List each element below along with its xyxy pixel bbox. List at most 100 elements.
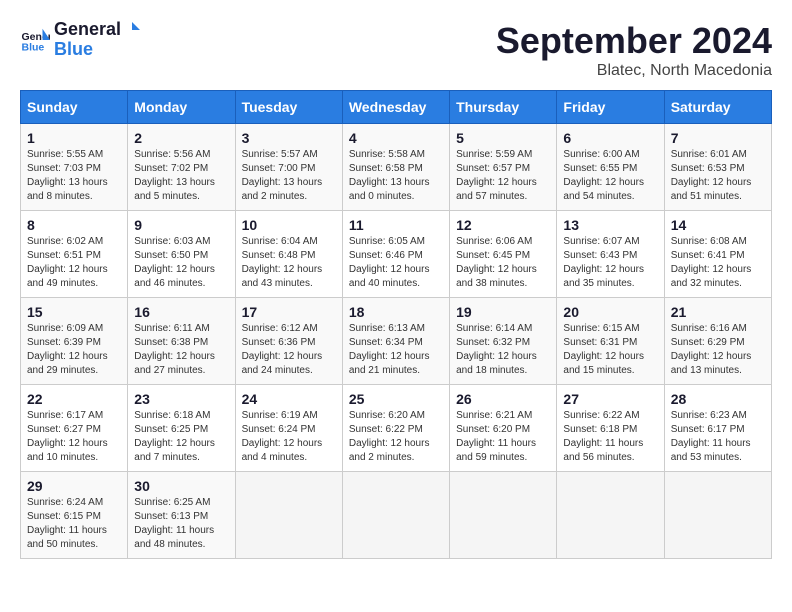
- day-info: Sunrise: 6:01 AM Sunset: 6:53 PM Dayligh…: [671, 148, 765, 204]
- day-number: 20: [563, 304, 657, 320]
- calendar-header-row: SundayMondayTuesdayWednesdayThursdayFrid…: [21, 91, 772, 124]
- calendar-cell: [235, 472, 342, 559]
- calendar-cell: 13 Sunrise: 6:07 AM Sunset: 6:43 PM Dayli…: [557, 211, 664, 298]
- calendar-week-4: 22 Sunrise: 6:17 AM Sunset: 6:27 PM Dayli…: [21, 385, 772, 472]
- calendar-cell: 22 Sunrise: 6:17 AM Sunset: 6:27 PM Dayli…: [21, 385, 128, 472]
- calendar-cell: 20 Sunrise: 6:15 AM Sunset: 6:31 PM Dayli…: [557, 298, 664, 385]
- calendar-cell: 12 Sunrise: 6:06 AM Sunset: 6:45 PM Dayli…: [450, 211, 557, 298]
- day-info: Sunrise: 6:13 AM Sunset: 6:34 PM Dayligh…: [349, 322, 443, 378]
- logo-blue: Blue: [54, 40, 143, 60]
- calendar-cell: 3 Sunrise: 5:57 AM Sunset: 7:00 PM Daylig…: [235, 124, 342, 211]
- day-number: 30: [134, 478, 228, 494]
- header-friday: Friday: [557, 91, 664, 124]
- header-tuesday: Tuesday: [235, 91, 342, 124]
- calendar-cell: 27Sunrise: 6:22 AM Sunset: 6:18 PM Dayli…: [557, 385, 664, 472]
- day-info: Sunrise: 6:00 AM Sunset: 6:55 PM Dayligh…: [563, 148, 657, 204]
- day-number: 15: [27, 304, 121, 320]
- day-info: Sunrise: 6:02 AM Sunset: 6:51 PM Dayligh…: [27, 235, 121, 291]
- calendar-table: SundayMondayTuesdayWednesdayThursdayFrid…: [20, 90, 772, 559]
- calendar-cell: 10 Sunrise: 6:04 AM Sunset: 6:48 PM Dayli…: [235, 211, 342, 298]
- calendar-week-2: 8 Sunrise: 6:02 AM Sunset: 6:51 PM Daylig…: [21, 211, 772, 298]
- calendar-cell: 4 Sunrise: 5:58 AM Sunset: 6:58 PM Daylig…: [342, 124, 449, 211]
- day-info: Sunrise: 5:56 AM Sunset: 7:02 PM Dayligh…: [134, 148, 228, 204]
- day-info: Sunrise: 6:19 AM Sunset: 6:24 PM Dayligh…: [242, 409, 336, 465]
- day-info: Sunrise: 5:59 AM Sunset: 6:57 PM Dayligh…: [456, 148, 550, 204]
- calendar-cell: 25Sunrise: 6:20 AM Sunset: 6:22 PM Dayli…: [342, 385, 449, 472]
- day-info: Sunrise: 6:25 AM Sunset: 6:13 PM Dayligh…: [134, 496, 228, 552]
- day-number: 2: [134, 130, 228, 146]
- day-info: Sunrise: 6:11 AM Sunset: 6:38 PM Dayligh…: [134, 322, 228, 378]
- day-number: 10: [242, 217, 336, 233]
- day-info: Sunrise: 6:08 AM Sunset: 6:41 PM Dayligh…: [671, 235, 765, 291]
- day-number: 22: [27, 391, 121, 407]
- calendar-cell: 9 Sunrise: 6:03 AM Sunset: 6:50 PM Daylig…: [128, 211, 235, 298]
- day-info: Sunrise: 6:24 AM Sunset: 6:15 PM Dayligh…: [27, 496, 121, 552]
- day-number: 21: [671, 304, 765, 320]
- calendar-cell: 1 Sunrise: 5:55 AM Sunset: 7:03 PM Daylig…: [21, 124, 128, 211]
- calendar-cell: 19 Sunrise: 6:14 AM Sunset: 6:32 PM Dayli…: [450, 298, 557, 385]
- day-info: Sunrise: 6:04 AM Sunset: 6:48 PM Dayligh…: [242, 235, 336, 291]
- calendar-cell: 8 Sunrise: 6:02 AM Sunset: 6:51 PM Daylig…: [21, 211, 128, 298]
- calendar-week-3: 15 Sunrise: 6:09 AM Sunset: 6:39 PM Dayli…: [21, 298, 772, 385]
- month-title: September 2024: [496, 20, 772, 62]
- day-number: 13: [563, 217, 657, 233]
- day-info: Sunrise: 6:09 AM Sunset: 6:39 PM Dayligh…: [27, 322, 121, 378]
- day-number: 26: [456, 391, 550, 407]
- calendar-cell: 18Sunrise: 6:13 AM Sunset: 6:34 PM Dayli…: [342, 298, 449, 385]
- day-info: Sunrise: 6:03 AM Sunset: 6:50 PM Dayligh…: [134, 235, 228, 291]
- calendar-cell: 26Sunrise: 6:21 AM Sunset: 6:20 PM Dayli…: [450, 385, 557, 472]
- calendar-cell: 5 Sunrise: 5:59 AM Sunset: 6:57 PM Daylig…: [450, 124, 557, 211]
- day-number: 23: [134, 391, 228, 407]
- logo-general: General: [54, 19, 121, 39]
- day-info: Sunrise: 5:55 AM Sunset: 7:03 PM Dayligh…: [27, 148, 121, 204]
- day-number: 9: [134, 217, 228, 233]
- day-info: Sunrise: 6:05 AM Sunset: 6:46 PM Dayligh…: [349, 235, 443, 291]
- day-info: Sunrise: 6:07 AM Sunset: 6:43 PM Dayligh…: [563, 235, 657, 291]
- day-number: 29: [27, 478, 121, 494]
- day-info: Sunrise: 5:58 AM Sunset: 6:58 PM Dayligh…: [349, 148, 443, 204]
- calendar-cell: 29 Sunrise: 6:24 AM Sunset: 6:15 PM Dayli…: [21, 472, 128, 559]
- day-number: 7: [671, 130, 765, 146]
- day-info: Sunrise: 6:17 AM Sunset: 6:27 PM Dayligh…: [27, 409, 121, 465]
- day-number: 17: [242, 304, 336, 320]
- day-info: Sunrise: 5:57 AM Sunset: 7:00 PM Dayligh…: [242, 148, 336, 204]
- day-info: Sunrise: 6:06 AM Sunset: 6:45 PM Dayligh…: [456, 235, 550, 291]
- day-number: 28: [671, 391, 765, 407]
- day-number: 3: [242, 130, 336, 146]
- day-number: 19: [456, 304, 550, 320]
- calendar-cell: [342, 472, 449, 559]
- calendar-week-1: 1 Sunrise: 5:55 AM Sunset: 7:03 PM Daylig…: [21, 124, 772, 211]
- day-number: 24: [242, 391, 336, 407]
- day-info: Sunrise: 6:12 AM Sunset: 6:36 PM Dayligh…: [242, 322, 336, 378]
- calendar-cell: 7 Sunrise: 6:01 AM Sunset: 6:53 PM Daylig…: [664, 124, 771, 211]
- calendar-cell: 23 Sunrise: 6:18 AM Sunset: 6:25 PM Dayli…: [128, 385, 235, 472]
- day-number: 5: [456, 130, 550, 146]
- day-info: Sunrise: 6:14 AM Sunset: 6:32 PM Dayligh…: [456, 322, 550, 378]
- calendar-cell: 15 Sunrise: 6:09 AM Sunset: 6:39 PM Dayli…: [21, 298, 128, 385]
- day-info: Sunrise: 6:18 AM Sunset: 6:25 PM Dayligh…: [134, 409, 228, 465]
- header-monday: Monday: [128, 91, 235, 124]
- header-sunday: Sunday: [21, 91, 128, 124]
- calendar-cell: 14 Sunrise: 6:08 AM Sunset: 6:41 PM Dayli…: [664, 211, 771, 298]
- day-number: 12: [456, 217, 550, 233]
- day-number: 16: [134, 304, 228, 320]
- calendar-cell: 24 Sunrise: 6:19 AM Sunset: 6:24 PM Dayli…: [235, 385, 342, 472]
- calendar-cell: [557, 472, 664, 559]
- day-number: 8: [27, 217, 121, 233]
- calendar-cell: 11Sunrise: 6:05 AM Sunset: 6:46 PM Dayli…: [342, 211, 449, 298]
- day-number: 14: [671, 217, 765, 233]
- logo: General Blue General Blue: [20, 20, 143, 60]
- day-number: 25: [349, 391, 443, 407]
- calendar-cell: 6Sunrise: 6:00 AM Sunset: 6:55 PM Daylig…: [557, 124, 664, 211]
- header-saturday: Saturday: [664, 91, 771, 124]
- day-number: 27: [563, 391, 657, 407]
- day-info: Sunrise: 6:23 AM Sunset: 6:17 PM Dayligh…: [671, 409, 765, 465]
- calendar-week-5: 29 Sunrise: 6:24 AM Sunset: 6:15 PM Dayli…: [21, 472, 772, 559]
- calendar-cell: [450, 472, 557, 559]
- calendar-cell: 17 Sunrise: 6:12 AM Sunset: 6:36 PM Dayli…: [235, 298, 342, 385]
- day-number: 1: [27, 130, 121, 146]
- svg-text:Blue: Blue: [22, 42, 45, 54]
- day-info: Sunrise: 6:15 AM Sunset: 6:31 PM Dayligh…: [563, 322, 657, 378]
- day-number: 4: [349, 130, 443, 146]
- day-info: Sunrise: 6:16 AM Sunset: 6:29 PM Dayligh…: [671, 322, 765, 378]
